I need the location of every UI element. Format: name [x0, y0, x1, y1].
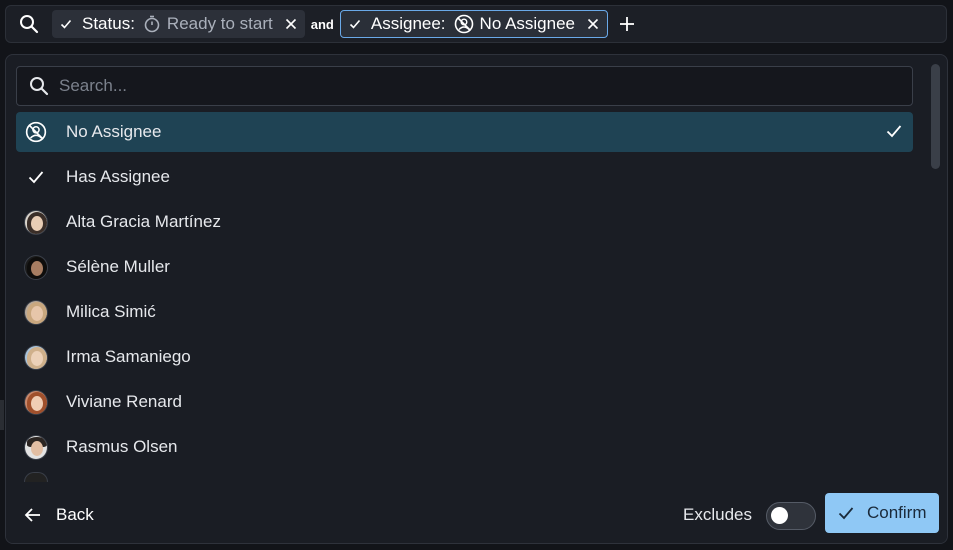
avatar — [24, 299, 48, 325]
option-label: Viviane Renard — [66, 392, 182, 411]
filter-conjunction: and — [310, 16, 334, 32]
assignee-dropdown: No Assignee Has Assignee Alta Gracia Mar… — [5, 54, 948, 544]
arrow-left-icon — [24, 506, 42, 524]
avatar — [24, 209, 48, 235]
check-icon — [349, 18, 361, 30]
option-has-assignee[interactable]: Has Assignee — [16, 157, 913, 197]
search-icon — [29, 76, 49, 96]
filter-chip-status[interactable]: Status: Ready to start — [52, 10, 305, 38]
background-edge — [0, 400, 4, 430]
option-user[interactable]: Milica Simić — [16, 292, 913, 332]
assignee-option-list: No Assignee Has Assignee Alta Gracia Mar… — [16, 112, 913, 487]
excludes-label: Excludes — [683, 505, 752, 524]
back-button[interactable]: Back — [24, 501, 94, 529]
stopwatch-icon — [143, 15, 161, 33]
filter-chip-label: Assignee: — [370, 14, 446, 33]
add-filter-button[interactable] — [612, 9, 642, 39]
close-icon[interactable] — [587, 18, 599, 30]
avatar — [24, 434, 48, 460]
no-assignee-icon — [454, 14, 474, 34]
option-user[interactable]: Irma Samaniego — [16, 337, 913, 377]
dropdown-search — [16, 66, 913, 106]
scrollbar-thumb[interactable] — [931, 64, 940, 169]
search-icon[interactable] — [14, 9, 44, 39]
option-label: Sélène Muller — [66, 257, 170, 276]
no-assignee-icon — [24, 120, 48, 144]
plus-icon — [619, 16, 635, 32]
search-input[interactable] — [59, 76, 899, 96]
option-user[interactable]: Sélène Muller — [16, 247, 913, 287]
check-icon — [24, 165, 48, 189]
option-label: Irma Samaniego — [66, 347, 191, 366]
excludes-toggle[interactable] — [766, 502, 816, 530]
toggle-knob — [771, 507, 788, 524]
option-label: Milica Simić — [66, 302, 156, 321]
option-label: Has Assignee — [66, 167, 170, 186]
option-user-partial[interactable] — [16, 472, 913, 482]
filter-chip-value: No Assignee — [479, 14, 575, 33]
avatar — [24, 344, 48, 370]
check-icon — [837, 504, 855, 522]
option-label: No Assignee — [66, 122, 162, 141]
filter-bar: Status: Ready to start and Assignee: No … — [5, 5, 947, 43]
filter-chip-assignee[interactable]: Assignee: No Assignee — [339, 10, 608, 38]
option-user[interactable]: Viviane Renard — [16, 382, 913, 422]
confirm-label: Confirm — [867, 503, 927, 522]
filter-chip-label: Status: — [82, 14, 135, 33]
option-no-assignee[interactable]: No Assignee — [16, 112, 913, 152]
option-user[interactable]: Alta Gracia Martínez — [16, 202, 913, 242]
avatar — [24, 254, 48, 280]
dropdown-footer: Back Excludes Confirm — [6, 485, 947, 543]
filter-chip-value: Ready to start — [166, 14, 273, 33]
check-icon — [60, 18, 72, 30]
avatar — [24, 472, 48, 482]
selected-check-icon — [885, 122, 903, 140]
back-label: Back — [56, 505, 94, 524]
option-label: Rasmus Olsen — [66, 437, 178, 456]
option-user[interactable]: Rasmus Olsen — [16, 427, 913, 467]
avatar — [24, 389, 48, 415]
option-label: Alta Gracia Martínez — [66, 212, 221, 231]
close-icon[interactable] — [285, 18, 297, 30]
confirm-button[interactable]: Confirm — [825, 493, 939, 533]
